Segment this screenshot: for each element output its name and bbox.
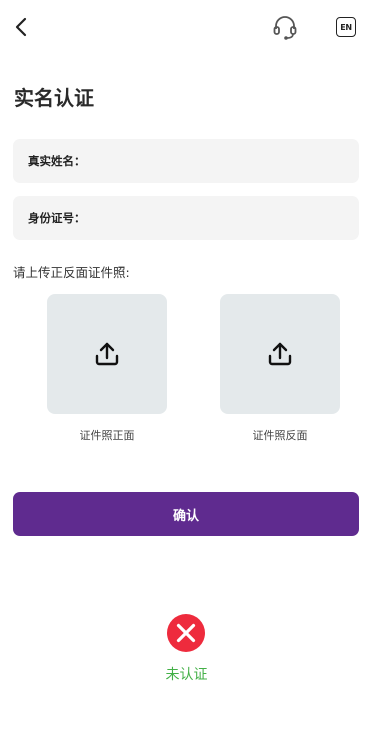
id-number-field[interactable]: 身份证号： [13, 195, 359, 241]
real-name-field[interactable]: 真实姓名： [13, 138, 359, 184]
id-number-input[interactable] [89, 195, 359, 241]
upload-back-button[interactable] [220, 294, 340, 414]
real-name-label: 真实姓名： [28, 154, 86, 168]
upload-front-button[interactable] [47, 294, 167, 414]
real-name-input[interactable] [89, 138, 359, 184]
chevron-left-icon [15, 17, 27, 37]
upload-front-caption: 证件照正面 [79, 429, 135, 442]
upload-prompt: 请上传正反面证件照: [13, 265, 130, 280]
upload-icon [95, 342, 119, 366]
upload-icon [268, 342, 292, 366]
upload-back-caption: 证件照反面 [252, 429, 308, 442]
page-title: 实名认证 [14, 86, 94, 110]
id-number-label: 身份证号： [28, 211, 86, 225]
verification-status-text: 未认证 [165, 667, 208, 683]
confirm-button[interactable]: 确认 [13, 492, 359, 536]
headset-icon [273, 16, 297, 40]
error-x-icon [166, 613, 206, 653]
back-button[interactable] [10, 14, 34, 40]
customer-support-button[interactable] [271, 14, 299, 42]
language-toggle-button[interactable]: EN [336, 17, 356, 37]
